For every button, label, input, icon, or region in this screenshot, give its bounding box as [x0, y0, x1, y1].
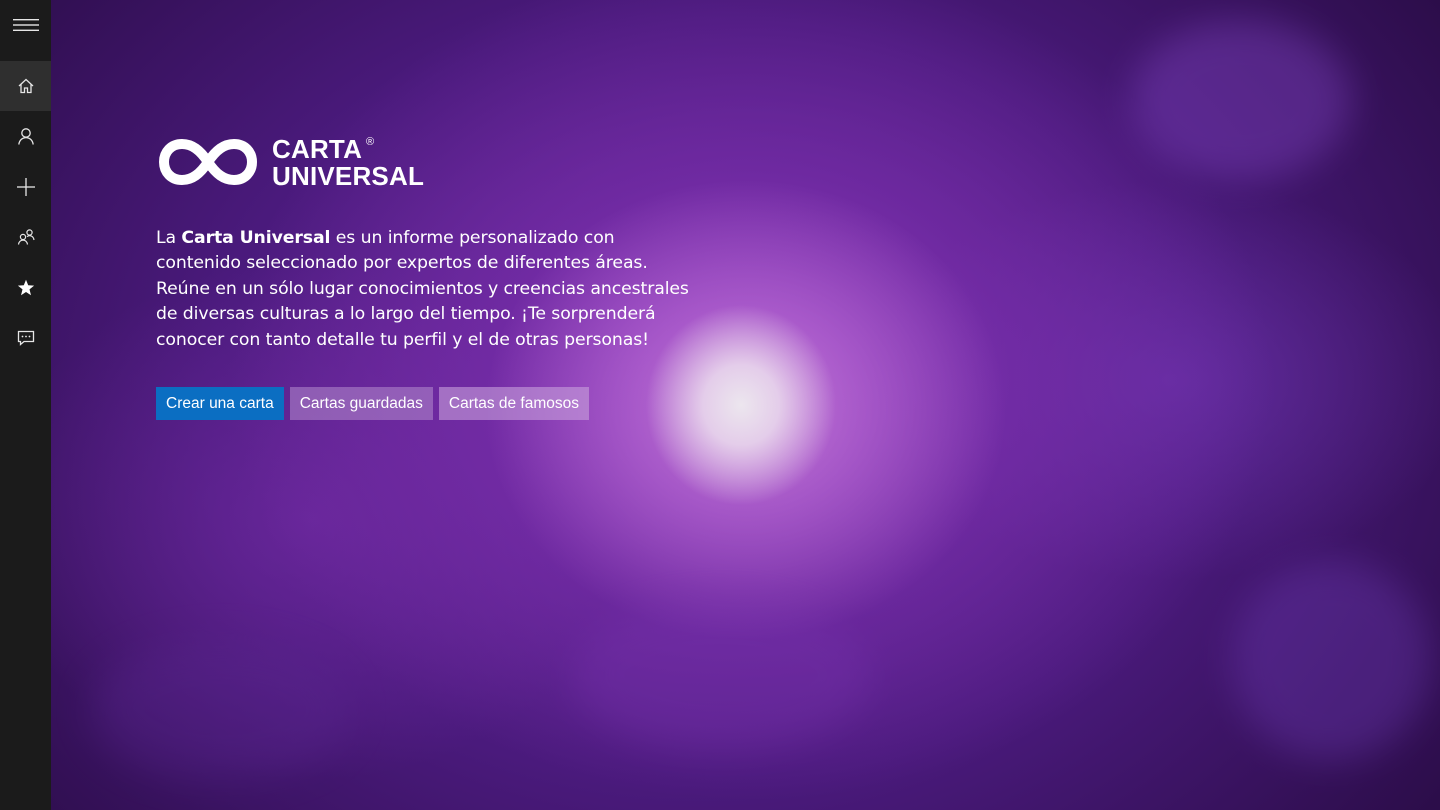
people-icon: [17, 228, 35, 246]
nebula-glow: [571, 600, 871, 750]
navigation-sidebar: [0, 0, 51, 810]
logo-wordmark: CARTA UNIVERSAL: [272, 136, 424, 190]
logo-line-2: UNIVERSAL: [272, 161, 425, 191]
app-window: CARTA UNIVERSAL ® La Carta Universal es …: [0, 0, 1440, 810]
description-brand: Carta Universal: [181, 228, 331, 248]
action-buttons: Crear una carta Cartas guardadas Cartas …: [156, 387, 590, 420]
registered-mark: ®: [366, 136, 375, 148]
person-icon: [17, 127, 35, 145]
home-icon: [17, 77, 35, 95]
sidebar-item-favorites[interactable]: [0, 263, 51, 313]
hamburger-menu-icon: [12, 17, 39, 33]
infinity-logo-icon: [159, 139, 257, 185]
chat-feedback-icon: [17, 329, 35, 347]
app-description: La Carta Universal es un informe persona…: [156, 226, 696, 353]
carta-universal-logo: CARTA UNIVERSAL ®: [156, 134, 426, 192]
nebula-glow: [91, 640, 351, 780]
plus-icon: [16, 177, 36, 197]
sidebar-item-people[interactable]: [0, 212, 51, 262]
star-icon: [17, 279, 35, 297]
hamburger-menu-button[interactable]: [0, 0, 51, 50]
nebula-glow: [1231, 560, 1431, 760]
nebula-glow: [1131, 20, 1351, 180]
sidebar-item-feedback[interactable]: [0, 313, 51, 363]
famous-charts-button[interactable]: Cartas de famosos: [438, 387, 590, 420]
sidebar-item-home[interactable]: [0, 61, 51, 111]
sidebar-item-profile[interactable]: [0, 111, 51, 161]
create-chart-button[interactable]: Crear una carta: [156, 387, 284, 420]
description-intro: La: [156, 228, 182, 248]
saved-charts-button[interactable]: Cartas guardadas: [289, 387, 433, 420]
logo-line-1: CARTA: [272, 134, 363, 164]
sidebar-item-new[interactable]: [0, 162, 51, 212]
